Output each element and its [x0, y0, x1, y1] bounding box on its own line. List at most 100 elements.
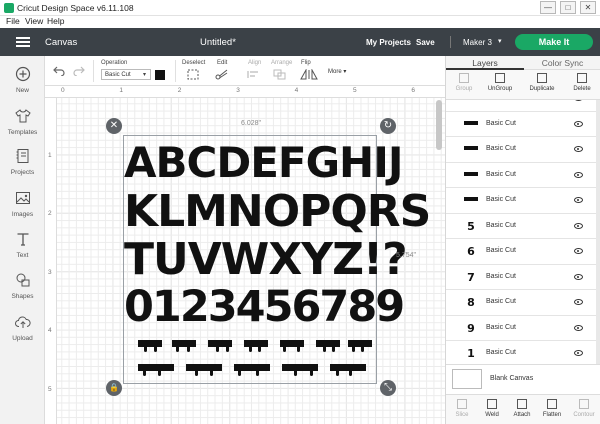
- layer-row[interactable]: Basic Cut: [446, 188, 596, 214]
- eye-icon[interactable]: [574, 100, 583, 101]
- eye-icon[interactable]: [574, 222, 583, 229]
- eye-icon[interactable]: [574, 273, 583, 280]
- maximize-button[interactable]: □: [560, 1, 576, 14]
- layer-row[interactable]: 5 Basic Cut: [446, 213, 596, 239]
- menu-help[interactable]: Help: [47, 16, 64, 26]
- tool-label-shapes: Shapes: [11, 293, 34, 300]
- flatten-button[interactable]: Flatten: [536, 398, 568, 418]
- more-menu[interactable]: More ▾: [328, 68, 346, 75]
- delete-selection-handle[interactable]: ✕: [106, 118, 122, 134]
- ruler-y-tick: 3: [48, 268, 52, 276]
- eye-icon[interactable]: [574, 120, 583, 127]
- text-tool[interactable]: Text: [0, 231, 45, 259]
- app-logo-icon: [4, 3, 14, 13]
- layer-row[interactable]: 7 Basic Cut: [446, 264, 596, 290]
- selection-box[interactable]: ABCDEFGHIJ KLMNOPQRS TUVWXYZ!? 012345678…: [123, 135, 431, 384]
- shapes-tool[interactable]: Shapes: [0, 272, 45, 300]
- tab-layers[interactable]: Layers: [446, 56, 524, 70]
- duplicate-button[interactable]: Duplicate: [526, 72, 558, 92]
- blank-canvas-label: Blank Canvas: [490, 375, 534, 382]
- machine-selector[interactable]: Maker 3: [463, 38, 492, 47]
- layer-name: Basic Cut: [486, 119, 516, 127]
- eye-icon[interactable]: [574, 248, 583, 254]
- eye-icon[interactable]: [574, 324, 583, 331]
- edit-button[interactable]: Edit: [217, 60, 227, 66]
- bottom-tools: Slice Weld Attach Flatten Contour: [446, 394, 600, 424]
- tool-label-upload: Upload: [12, 335, 33, 342]
- lock-handle[interactable]: 🔒: [106, 380, 122, 396]
- ruler-y-tick: 5: [48, 385, 52, 393]
- drip-bar: [244, 340, 268, 352]
- menu-file[interactable]: File: [6, 16, 20, 26]
- new-tool[interactable]: New: [0, 66, 45, 94]
- ruler-x-tick: 0: [61, 87, 65, 94]
- resize-handle[interactable]: ⤡: [380, 380, 396, 396]
- weld-button[interactable]: Weld: [476, 398, 508, 418]
- layer-name: Basic Cut: [486, 170, 516, 178]
- my-projects-link[interactable]: My Projects: [366, 38, 411, 47]
- tool-label-text: Text: [16, 252, 29, 259]
- arrange-icon[interactable]: [273, 69, 289, 80]
- color-swatch[interactable]: [155, 70, 165, 80]
- eye-icon[interactable]: [574, 299, 583, 305]
- eye-icon[interactable]: [574, 350, 583, 356]
- arrange-button[interactable]: Arrange: [271, 60, 292, 66]
- layer-row[interactable]: 1 Basic Cut: [446, 341, 596, 364]
- canvas-scrollbar[interactable]: [436, 100, 442, 150]
- layer-row[interactable]: 8 Basic Cut: [446, 290, 596, 316]
- eye-icon[interactable]: [574, 197, 583, 203]
- layer-row[interactable]: Basic Cut: [446, 162, 596, 188]
- images-tool[interactable]: Images: [0, 190, 45, 218]
- slice-button[interactable]: Slice: [446, 398, 478, 418]
- eye-icon[interactable]: [574, 171, 583, 178]
- edit-toolbar: Operation Basic Cut ▾ Deselect Edit Alig…: [45, 56, 445, 86]
- trash-icon: [577, 73, 587, 83]
- menu-view[interactable]: View: [25, 16, 43, 26]
- align-button[interactable]: Align: [248, 60, 261, 66]
- hamburger-menu-icon[interactable]: [16, 37, 30, 47]
- projects-tool[interactable]: Projects: [0, 148, 45, 176]
- templates-tool[interactable]: Templates: [0, 108, 45, 136]
- flip-button[interactable]: Flip: [301, 60, 311, 66]
- group-button[interactable]: Group: [448, 72, 480, 92]
- deselect-button[interactable]: Deselect: [182, 60, 205, 66]
- rotate-handle[interactable]: ↻: [380, 118, 396, 134]
- contour-button[interactable]: Contour: [568, 398, 600, 418]
- layer-row[interactable]: Basic Cut: [446, 100, 596, 112]
- document-title[interactable]: Untitled*: [200, 37, 236, 48]
- close-window-button[interactable]: ✕: [580, 1, 596, 14]
- save-link[interactable]: Save: [416, 38, 435, 47]
- layer-row[interactable]: Basic Cut: [446, 111, 596, 137]
- flip-icon[interactable]: [300, 69, 318, 80]
- make-it-button[interactable]: Make It: [515, 34, 593, 50]
- artwork-row-2: KLMNOPQRS: [124, 186, 431, 237]
- artwork-row-3: TUVWXYZ!?: [124, 234, 408, 285]
- minimize-button[interactable]: —: [540, 1, 556, 14]
- upload-tool[interactable]: Upload: [0, 314, 45, 342]
- attach-button[interactable]: Attach: [506, 398, 538, 418]
- tab-color-sync[interactable]: Color Sync: [524, 56, 600, 70]
- weld-icon: [487, 399, 497, 409]
- chevron-down-icon[interactable]: ▾: [498, 37, 502, 45]
- drip-bar: [330, 364, 366, 376]
- redo-icon[interactable]: [73, 66, 85, 76]
- deselect-icon[interactable]: [187, 69, 199, 80]
- group-icon: [459, 73, 469, 83]
- attach-icon: [517, 399, 527, 409]
- layer-thumbnail: [464, 197, 478, 201]
- layer-row[interactable]: 6 Basic Cut: [446, 239, 596, 265]
- layer-row[interactable]: 9 Basic Cut: [446, 315, 596, 341]
- layer-list-scrollbar[interactable]: [596, 100, 600, 364]
- blank-canvas-row[interactable]: Blank Canvas: [446, 364, 600, 394]
- scissors-icon[interactable]: [215, 69, 231, 80]
- ruler-x-tick: 3: [236, 87, 240, 94]
- delete-button[interactable]: Delete: [566, 72, 598, 92]
- blank-canvas-swatch[interactable]: [452, 369, 482, 389]
- undo-icon[interactable]: [53, 66, 65, 76]
- layer-row[interactable]: Basic Cut: [446, 137, 596, 163]
- ungroup-button[interactable]: UnGroup: [484, 72, 516, 92]
- header-section-title: Canvas: [45, 37, 78, 48]
- eye-icon[interactable]: [574, 146, 583, 152]
- align-icon[interactable]: [247, 70, 263, 79]
- layer-name: Basic Cut: [486, 145, 516, 152]
